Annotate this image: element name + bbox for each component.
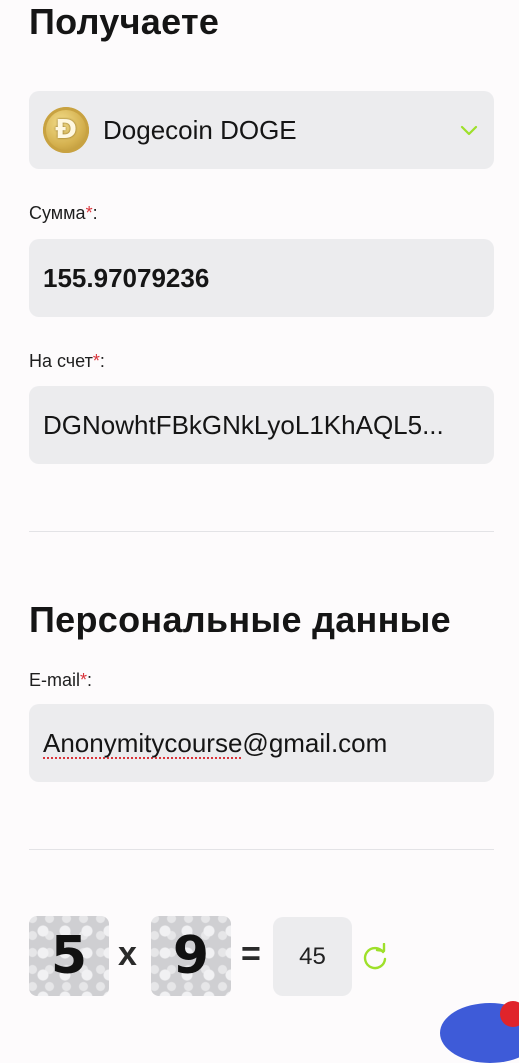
captcha-first-number: 5 xyxy=(29,916,109,996)
receive-heading: Получаете xyxy=(29,1,220,42)
currency-select-value: Dogecoin DOGE xyxy=(103,114,297,145)
amount-field[interactable]: 155.97079236 xyxy=(29,239,494,317)
amount-value: 155.97079236 xyxy=(43,262,210,293)
notification-badge xyxy=(500,1001,519,1027)
dogecoin-icon: Ð xyxy=(43,107,89,153)
currency-select[interactable]: Ð Dogecoin DOGE xyxy=(29,91,494,169)
personal-heading: Персональные данные xyxy=(29,599,452,640)
captcha-answer-input[interactable]: 45 xyxy=(273,917,352,996)
account-field[interactable]: DGNowhtFBkGNkLyoL1KhAQL5... xyxy=(29,386,494,464)
email-value: Anonymitycourse@gmail.com xyxy=(43,727,388,758)
section-divider xyxy=(29,849,494,850)
amount-label: Сумма*: xyxy=(29,203,98,223)
section-divider xyxy=(29,531,494,532)
captcha-operator: x xyxy=(118,935,137,973)
account-label: На счет*: xyxy=(29,351,105,371)
email-label: E-mail*: xyxy=(29,670,93,690)
captcha-second-number: 9 xyxy=(151,916,231,996)
captcha-equals: = xyxy=(241,935,261,973)
chevron-down-icon[interactable] xyxy=(458,119,480,141)
refresh-icon[interactable] xyxy=(361,943,389,971)
account-value: DGNowhtFBkGNkLyoL1KhAQL5... xyxy=(43,409,444,440)
email-field[interactable]: Anonymitycourse@gmail.com xyxy=(29,704,494,782)
